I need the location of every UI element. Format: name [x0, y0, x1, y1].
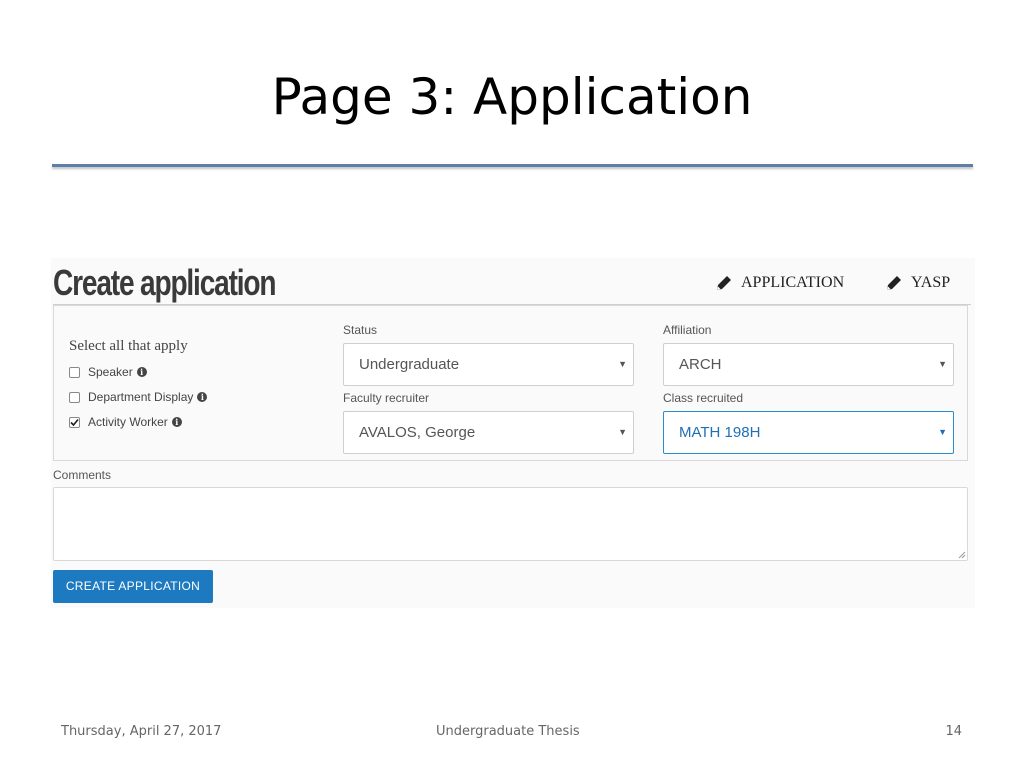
checkbox-box-checked[interactable] [69, 416, 80, 428]
title-divider [52, 164, 973, 167]
info-icon[interactable]: i [197, 392, 208, 402]
nav-yasp-link[interactable]: YASP [885, 272, 950, 294]
checkbox-label: Speaker [88, 365, 133, 379]
slide-title: Page 3: Application [271, 68, 753, 126]
nav-application-link[interactable]: APPLICATION [715, 272, 844, 294]
create-application-button[interactable]: CREATE APPLICATION [53, 570, 213, 603]
caret-down-icon: ▼ [618, 359, 627, 369]
faculty-recruiter-label: Faculty recruiter [343, 391, 430, 405]
checkbox-label: Activity Worker [88, 415, 168, 429]
caret-down-icon: ▼ [618, 427, 627, 437]
status-value: Undergraduate [359, 356, 460, 373]
comments-label: Comments [53, 468, 112, 482]
affiliation-label: Affiliation [663, 323, 712, 337]
status-select[interactable]: Undergraduate ▼ [343, 343, 634, 386]
faculty-recruiter-value: AVALOS, George [359, 424, 476, 441]
comments-textarea[interactable] [53, 487, 968, 561]
resize-grip-icon[interactable] [957, 550, 966, 559]
info-icon[interactable]: i [171, 417, 182, 427]
application-screenshot: Create application APPLICATION YASP Sele… [51, 258, 975, 608]
affiliation-value: ARCH [679, 356, 722, 373]
footer-title: Undergraduate Thesis [436, 724, 580, 739]
checkbox-box[interactable] [69, 366, 80, 378]
checkbox-box[interactable] [69, 391, 80, 403]
checkmark-icon [70, 418, 79, 426]
status-label: Status [343, 323, 378, 337]
pencil-icon [887, 276, 901, 290]
caret-down-icon: ▼ [938, 427, 947, 437]
footer-date: Thursday, April 27, 2017 [61, 724, 222, 739]
checkbox-speaker[interactable]: Speaker i [69, 363, 147, 381]
application-form: Select all that apply Speaker i Departme… [53, 305, 968, 461]
checkbox-department-display[interactable]: Department Display i [69, 388, 208, 406]
nav-yasp-label: YASP [911, 274, 951, 291]
page-heading: Create application [53, 262, 277, 303]
pencil-icon [717, 276, 731, 290]
class-recruited-label: Class recruited [663, 391, 744, 405]
checkbox-activity-worker[interactable]: Activity Worker i [69, 413, 182, 431]
caret-down-icon: ▼ [938, 359, 947, 369]
checkbox-group-heading: Select all that apply [69, 338, 188, 354]
faculty-recruiter-select[interactable]: AVALOS, George ▼ [343, 411, 634, 454]
class-recruited-select[interactable]: MATH 198H ▼ [663, 411, 954, 454]
info-icon[interactable]: i [136, 367, 147, 377]
checkbox-label: Department Display [88, 390, 194, 404]
affiliation-select[interactable]: ARCH ▼ [663, 343, 954, 386]
nav-application-label: APPLICATION [741, 274, 845, 291]
slide-number: 14 [945, 724, 962, 739]
class-recruited-value: MATH 198H [679, 424, 761, 441]
